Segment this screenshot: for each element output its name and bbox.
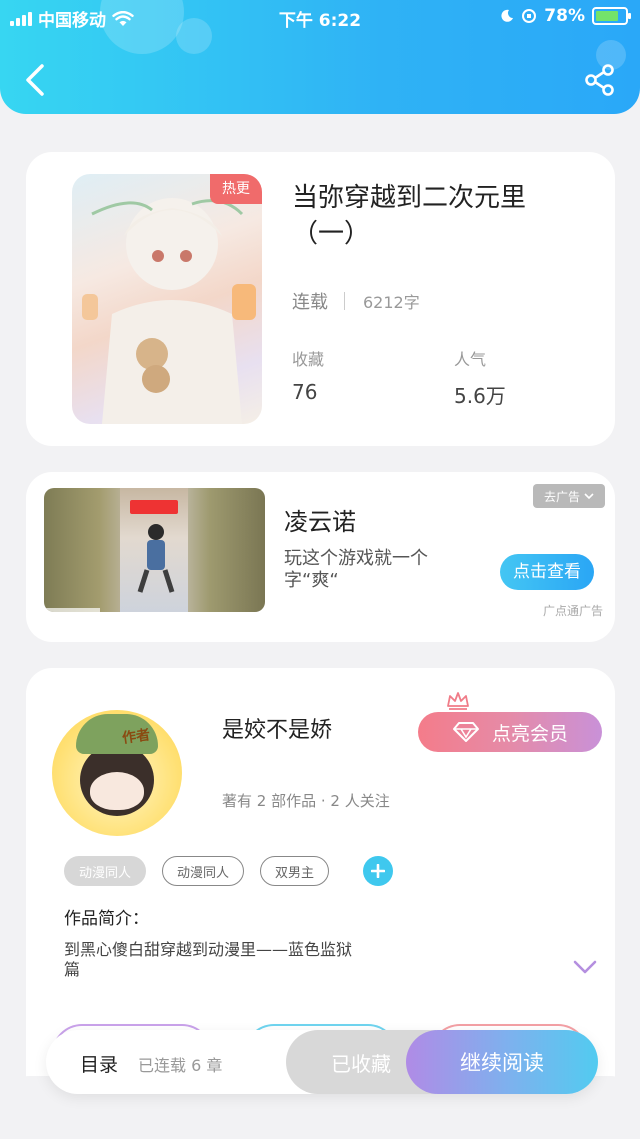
avatar-author-tag: 作者 bbox=[121, 727, 152, 747]
back-button[interactable] bbox=[20, 62, 52, 98]
header: 中国移动 下午 6:22 78% bbox=[0, 0, 640, 114]
share-button[interactable] bbox=[582, 62, 618, 98]
crown-icon bbox=[447, 692, 469, 710]
popularity-value: 5.6万 bbox=[454, 384, 506, 408]
popularity-label: 人气 bbox=[454, 350, 487, 369]
serial-status: 连载 bbox=[292, 292, 328, 313]
ad-image[interactable] bbox=[44, 488, 265, 612]
moon-icon bbox=[501, 9, 514, 22]
favorites-label: 收藏 bbox=[292, 350, 325, 369]
ad-title: 凌云诺 bbox=[284, 508, 356, 536]
diamond-icon bbox=[452, 722, 479, 742]
bottom-action-bar: 目录 已连载 6 章 已收藏 继续阅读 bbox=[46, 1030, 598, 1094]
continue-reading-button[interactable]: 继续阅读 bbox=[406, 1030, 598, 1094]
tag-list: 动漫同人 动漫同人 双男主 bbox=[64, 856, 394, 886]
author-info: 著有 2 部作品 · 2 人关注 bbox=[222, 792, 390, 810]
chevron-down-icon bbox=[584, 493, 594, 500]
intro-label: 作品简介： bbox=[64, 909, 149, 929]
add-tag-button[interactable] bbox=[363, 856, 394, 886]
tag-chip[interactable]: 动漫同人 bbox=[64, 856, 147, 886]
book-info-card: 热更 当弥穿越到二次元里（一） 连载 6212字 收藏 76 人气 5.6万 bbox=[26, 152, 615, 446]
ad-figure bbox=[137, 524, 175, 593]
favorites-value: 76 bbox=[292, 380, 318, 404]
author-name[interactable]: 是姣不是娇 bbox=[222, 712, 332, 744]
rotation-lock-icon bbox=[522, 9, 537, 23]
plus-icon bbox=[371, 864, 386, 878]
toc-button[interactable]: 目录 bbox=[80, 1050, 118, 1077]
book-title: 当弥穿越到二次元里（一） bbox=[292, 183, 527, 249]
popularity-stat: 人气 5.6万 bbox=[454, 346, 506, 409]
ad-card[interactable]: 凌云诺 玩这个游戏就一个字“爽“ 去广告 点击查看 广点通广告 bbox=[26, 472, 615, 642]
vip-button-label: 点亮会员 bbox=[491, 722, 568, 745]
chevron-down-icon[interactable] bbox=[572, 958, 598, 976]
author-avatar[interactable]: 作者 bbox=[52, 710, 182, 836]
book-cover-image[interactable]: 热更 bbox=[72, 174, 262, 424]
remove-ad-label: 去广告 bbox=[543, 489, 580, 504]
tag-chip[interactable]: 动漫同人 bbox=[162, 856, 245, 886]
ad-description: 玩这个游戏就一个字“爽“ bbox=[284, 548, 428, 591]
chapter-count: 已连载 6 章 bbox=[138, 1056, 223, 1075]
battery-percent: 78% bbox=[544, 6, 585, 26]
cover-illustration bbox=[82, 198, 256, 424]
battery-icon bbox=[592, 7, 631, 25]
book-meta: 连载 6212字 bbox=[292, 288, 420, 314]
status-bar: 中国移动 下午 6:22 78% bbox=[0, 0, 640, 34]
remove-ad-button[interactable]: 去广告 bbox=[533, 484, 605, 508]
tag-chip[interactable]: 双男主 bbox=[260, 856, 330, 886]
word-count: 6212字 bbox=[363, 293, 420, 312]
meta-divider bbox=[344, 292, 345, 310]
vip-button[interactable]: 点亮会员 bbox=[418, 712, 602, 752]
intro-text: 到黑心傻白甜穿越到动漫里——蓝色监狱篇 bbox=[64, 940, 353, 979]
ad-view-button[interactable]: 点击查看 bbox=[500, 554, 594, 590]
ad-source-label: 广点通广告 bbox=[542, 604, 603, 618]
hot-update-badge: 热更 bbox=[210, 174, 262, 204]
favorites-stat: 收藏 76 bbox=[292, 346, 324, 404]
